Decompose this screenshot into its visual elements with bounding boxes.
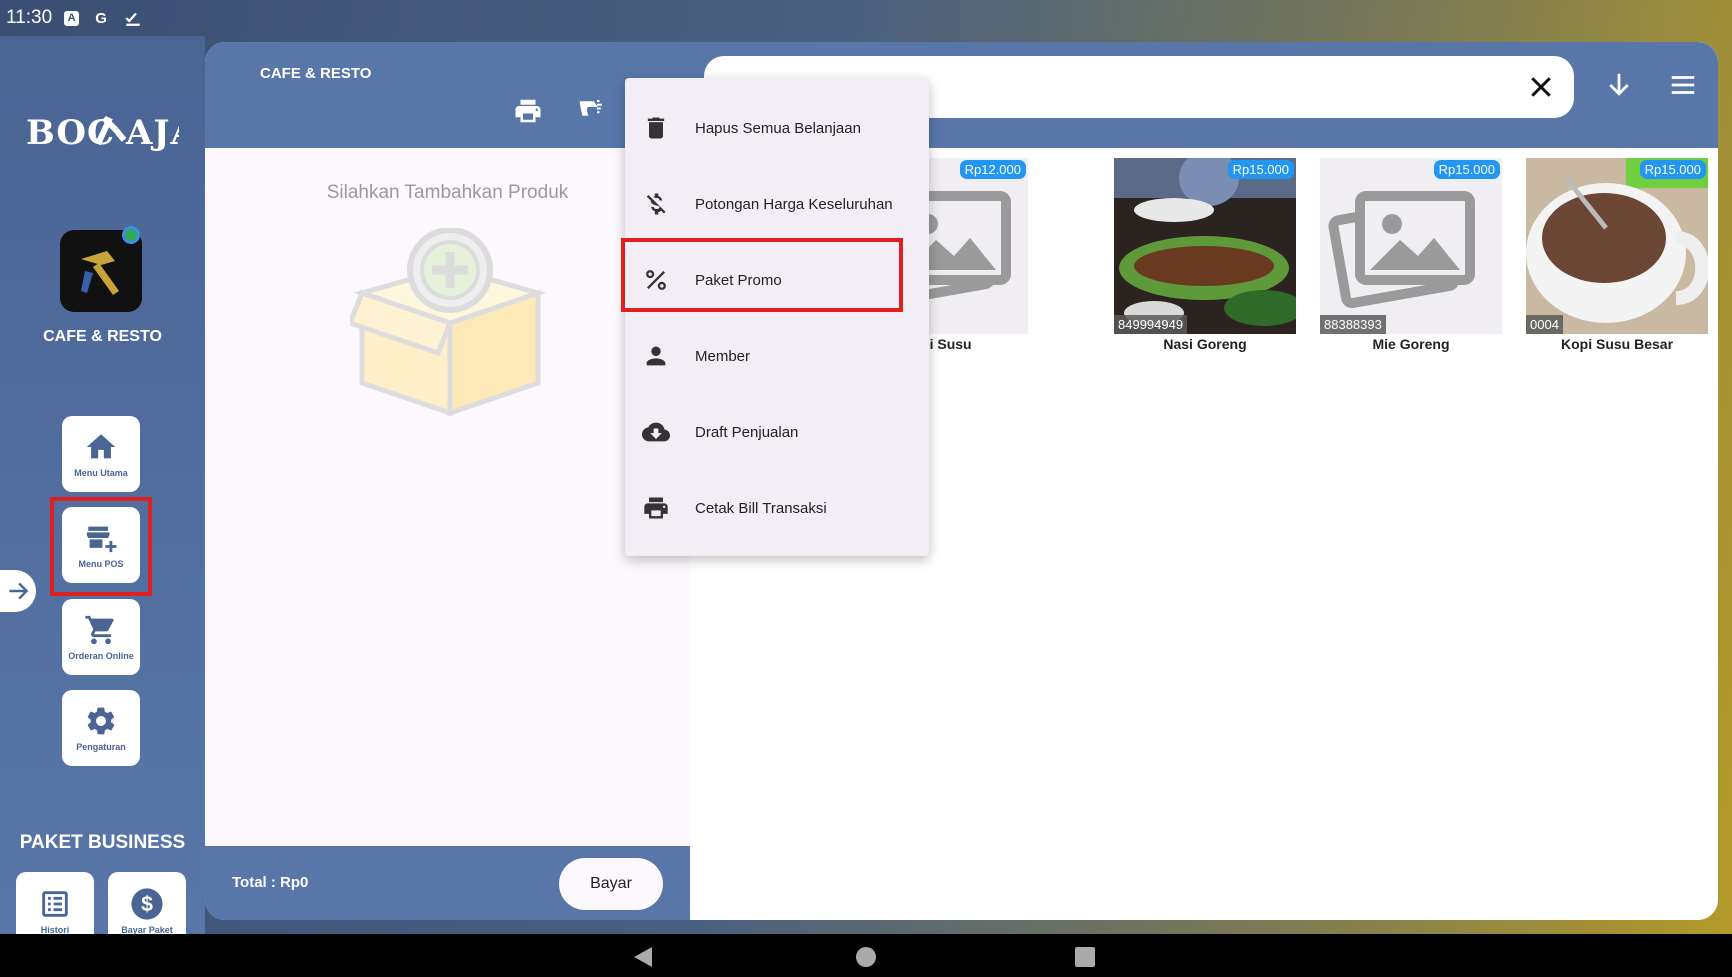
menu-item-member[interactable]: Member [625, 318, 929, 394]
barcode-scanner-icon [579, 100, 602, 116]
food-photo [1114, 158, 1296, 334]
price-badge: Rp15.000 [1227, 160, 1294, 179]
highlight-menu-pos [50, 497, 152, 596]
sidebar: BOC AJA CAFE & RESTO Menu Utama Menu POS… [0, 36, 205, 950]
product-card[interactable]: Rp15.000 0004 Kopi Susu Besar [1526, 158, 1708, 358]
box-add-icon [346, 227, 547, 417]
product-code: 0004 [1526, 315, 1563, 334]
coffee-photo [1526, 158, 1708, 334]
home-icon [86, 434, 116, 459]
product-card[interactable]: Rp15.000 849994949 Nasi Goreng [1114, 158, 1296, 358]
product-card[interactable]: Rp15.000 88388393 Mie Goreng [1320, 158, 1502, 358]
sort-down-button[interactable] [1604, 70, 1636, 102]
menu-item-label: Draft Penjualan [695, 423, 799, 441]
cart-header: CAFE & RESTO [205, 42, 690, 148]
nav-orderan-online[interactable]: Orderan Online [62, 599, 140, 675]
a-box-icon: A [64, 10, 80, 26]
notification-dot [122, 226, 140, 244]
product-name: Nasi Goreng [1163, 336, 1247, 352]
cart-footer: Total : Rp0 Bayar [205, 846, 690, 920]
menu-item-draft-penjualan[interactable]: Draft Penjualan [625, 394, 929, 470]
highlight-paket-promo [621, 238, 903, 312]
price-badge: Rp15.000 [1433, 160, 1500, 179]
cart-icon [85, 615, 114, 645]
menu-item-hapus-semua[interactable]: Hapus Semua Belanjaan [625, 90, 929, 166]
system-nav-bar [0, 934, 1732, 977]
empty-box-illustration [346, 227, 550, 418]
trash-icon [641, 113, 671, 143]
menu-item-label: Hapus Semua Belanjaan [695, 119, 861, 137]
check-list-icon [123, 8, 143, 28]
menu-item-label: Cetak Bill Transaksi [695, 499, 827, 517]
nav-label: Pengaturan [76, 742, 126, 752]
app-name: CAFE & RESTO [43, 328, 162, 345]
product-image: Rp15.000 88388393 [1320, 158, 1502, 334]
printer-icon [641, 493, 671, 523]
menu-button[interactable] [1668, 70, 1700, 102]
dollar-icon: $ [131, 888, 163, 920]
menu-item-cetak-bill[interactable]: Cetak Bill Transaksi [625, 470, 929, 546]
money-off-icon [641, 189, 671, 219]
price-badge: Rp15.000 [1639, 160, 1706, 179]
product-code: 849994949 [1114, 315, 1188, 334]
close-icon[interactable] [1526, 72, 1556, 102]
svg-text:$: $ [141, 892, 153, 916]
back-icon[interactable] [632, 946, 654, 968]
expand-sidebar-button[interactable] [0, 570, 36, 612]
status-time: 11:30 [6, 7, 53, 28]
total-label: Total : Rp0 [232, 874, 309, 891]
product-code: 88388393 [1320, 315, 1386, 334]
nav-menu-utama[interactable]: Menu Utama [62, 416, 140, 492]
cart-panel: CAFE & RESTO Silahkan Tambahkan Produk T… [205, 42, 690, 920]
print-button[interactable] [513, 96, 547, 130]
svg-text:AJA: AJA [125, 113, 179, 153]
home-circle-icon[interactable] [855, 946, 877, 968]
menu-item-label: Potongan Harga Keseluruhan [695, 195, 893, 213]
app-logo: BOC AJA [24, 104, 179, 156]
google-icon: G [95, 9, 107, 27]
price-badge: Rp12.000 [959, 160, 1026, 179]
arrow-down-icon [1609, 73, 1629, 96]
bayar-button[interactable]: Bayar [559, 858, 663, 910]
app-icon-tile [60, 226, 142, 312]
arrow-right-icon [9, 582, 29, 600]
menu-item-label: Member [695, 347, 751, 365]
nav-pengaturan[interactable]: Pengaturan [62, 690, 140, 766]
image-placeholder-icon [1320, 158, 1502, 334]
status-bar: 11:30 A G [0, 0, 1732, 36]
printer-icon [515, 99, 541, 123]
paket-title: PAKET BUSINESS [19, 832, 186, 853]
product-name: Mie Goreng [1372, 336, 1450, 352]
product-name: Kopi Susu Besar [1560, 336, 1674, 352]
barcode-scanner-button[interactable] [577, 96, 611, 130]
empty-cart-text: Silahkan Tambahkan Produk [326, 182, 569, 203]
recents-icon[interactable] [1074, 946, 1096, 968]
person-icon [641, 341, 671, 371]
options-menu: Hapus Semua Belanjaan Potongan Harga Kes… [625, 78, 929, 556]
cloud-download-icon [641, 417, 671, 447]
menu-item-potongan-harga[interactable]: Potongan Harga Keseluruhan [625, 166, 929, 242]
hamburger-icon [1671, 76, 1695, 94]
product-image: Rp15.000 849994949 [1114, 158, 1296, 334]
cart-title: CAFE & RESTO [260, 65, 372, 82]
nav-label: Orderan Online [68, 651, 134, 661]
hammer-icon [81, 251, 119, 295]
gear-icon [87, 707, 115, 735]
list-icon [42, 891, 68, 917]
product-image: Rp15.000 0004 [1526, 158, 1708, 334]
nav-label: Menu Utama [74, 468, 128, 478]
